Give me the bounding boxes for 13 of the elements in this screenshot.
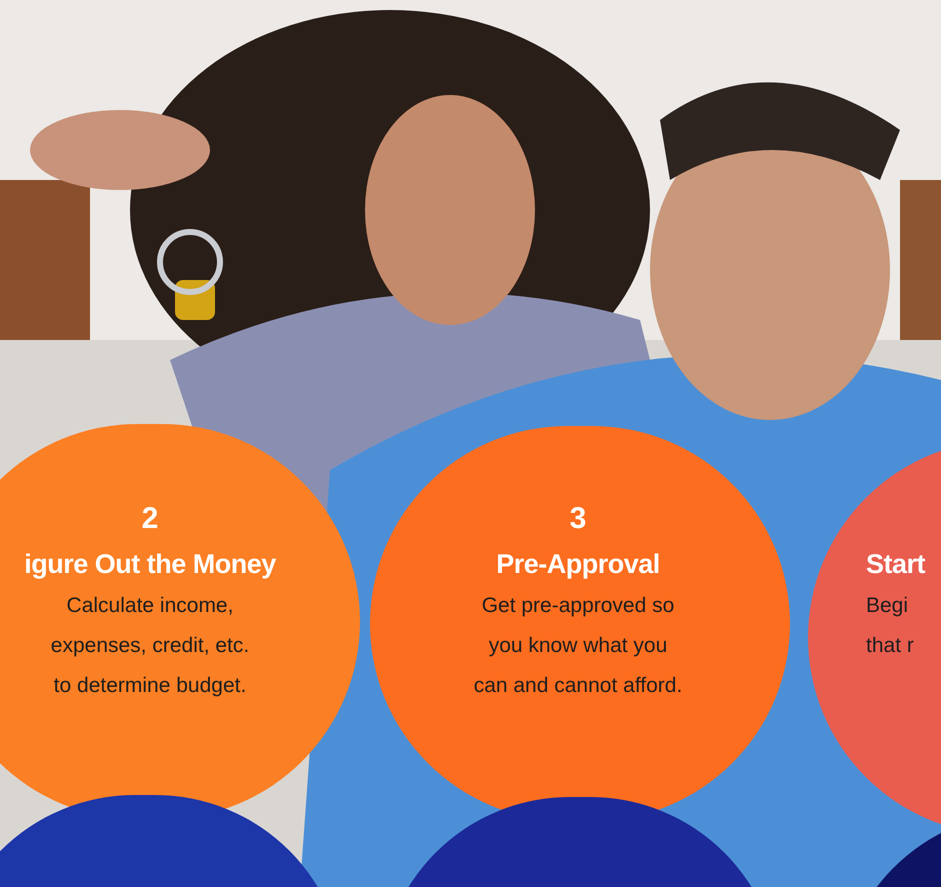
step-title: igure Out the Money: [24, 548, 276, 581]
step-description: to determine budget.: [54, 673, 246, 699]
step-description: that r: [866, 633, 914, 659]
step-description: you know what you: [488, 633, 668, 659]
step-title: Start: [866, 548, 926, 581]
step-description: can and cannot afford.: [474, 673, 682, 699]
step-number: 2: [142, 501, 158, 537]
step-title: Pre-Approval: [496, 548, 660, 581]
step-number: 3: [570, 501, 586, 537]
step-description: Begi: [866, 593, 908, 619]
step-description: Calculate income,: [66, 593, 234, 619]
step-description: expenses, credit, etc.: [50, 633, 250, 659]
step-description: Get pre-approved so: [482, 593, 674, 619]
